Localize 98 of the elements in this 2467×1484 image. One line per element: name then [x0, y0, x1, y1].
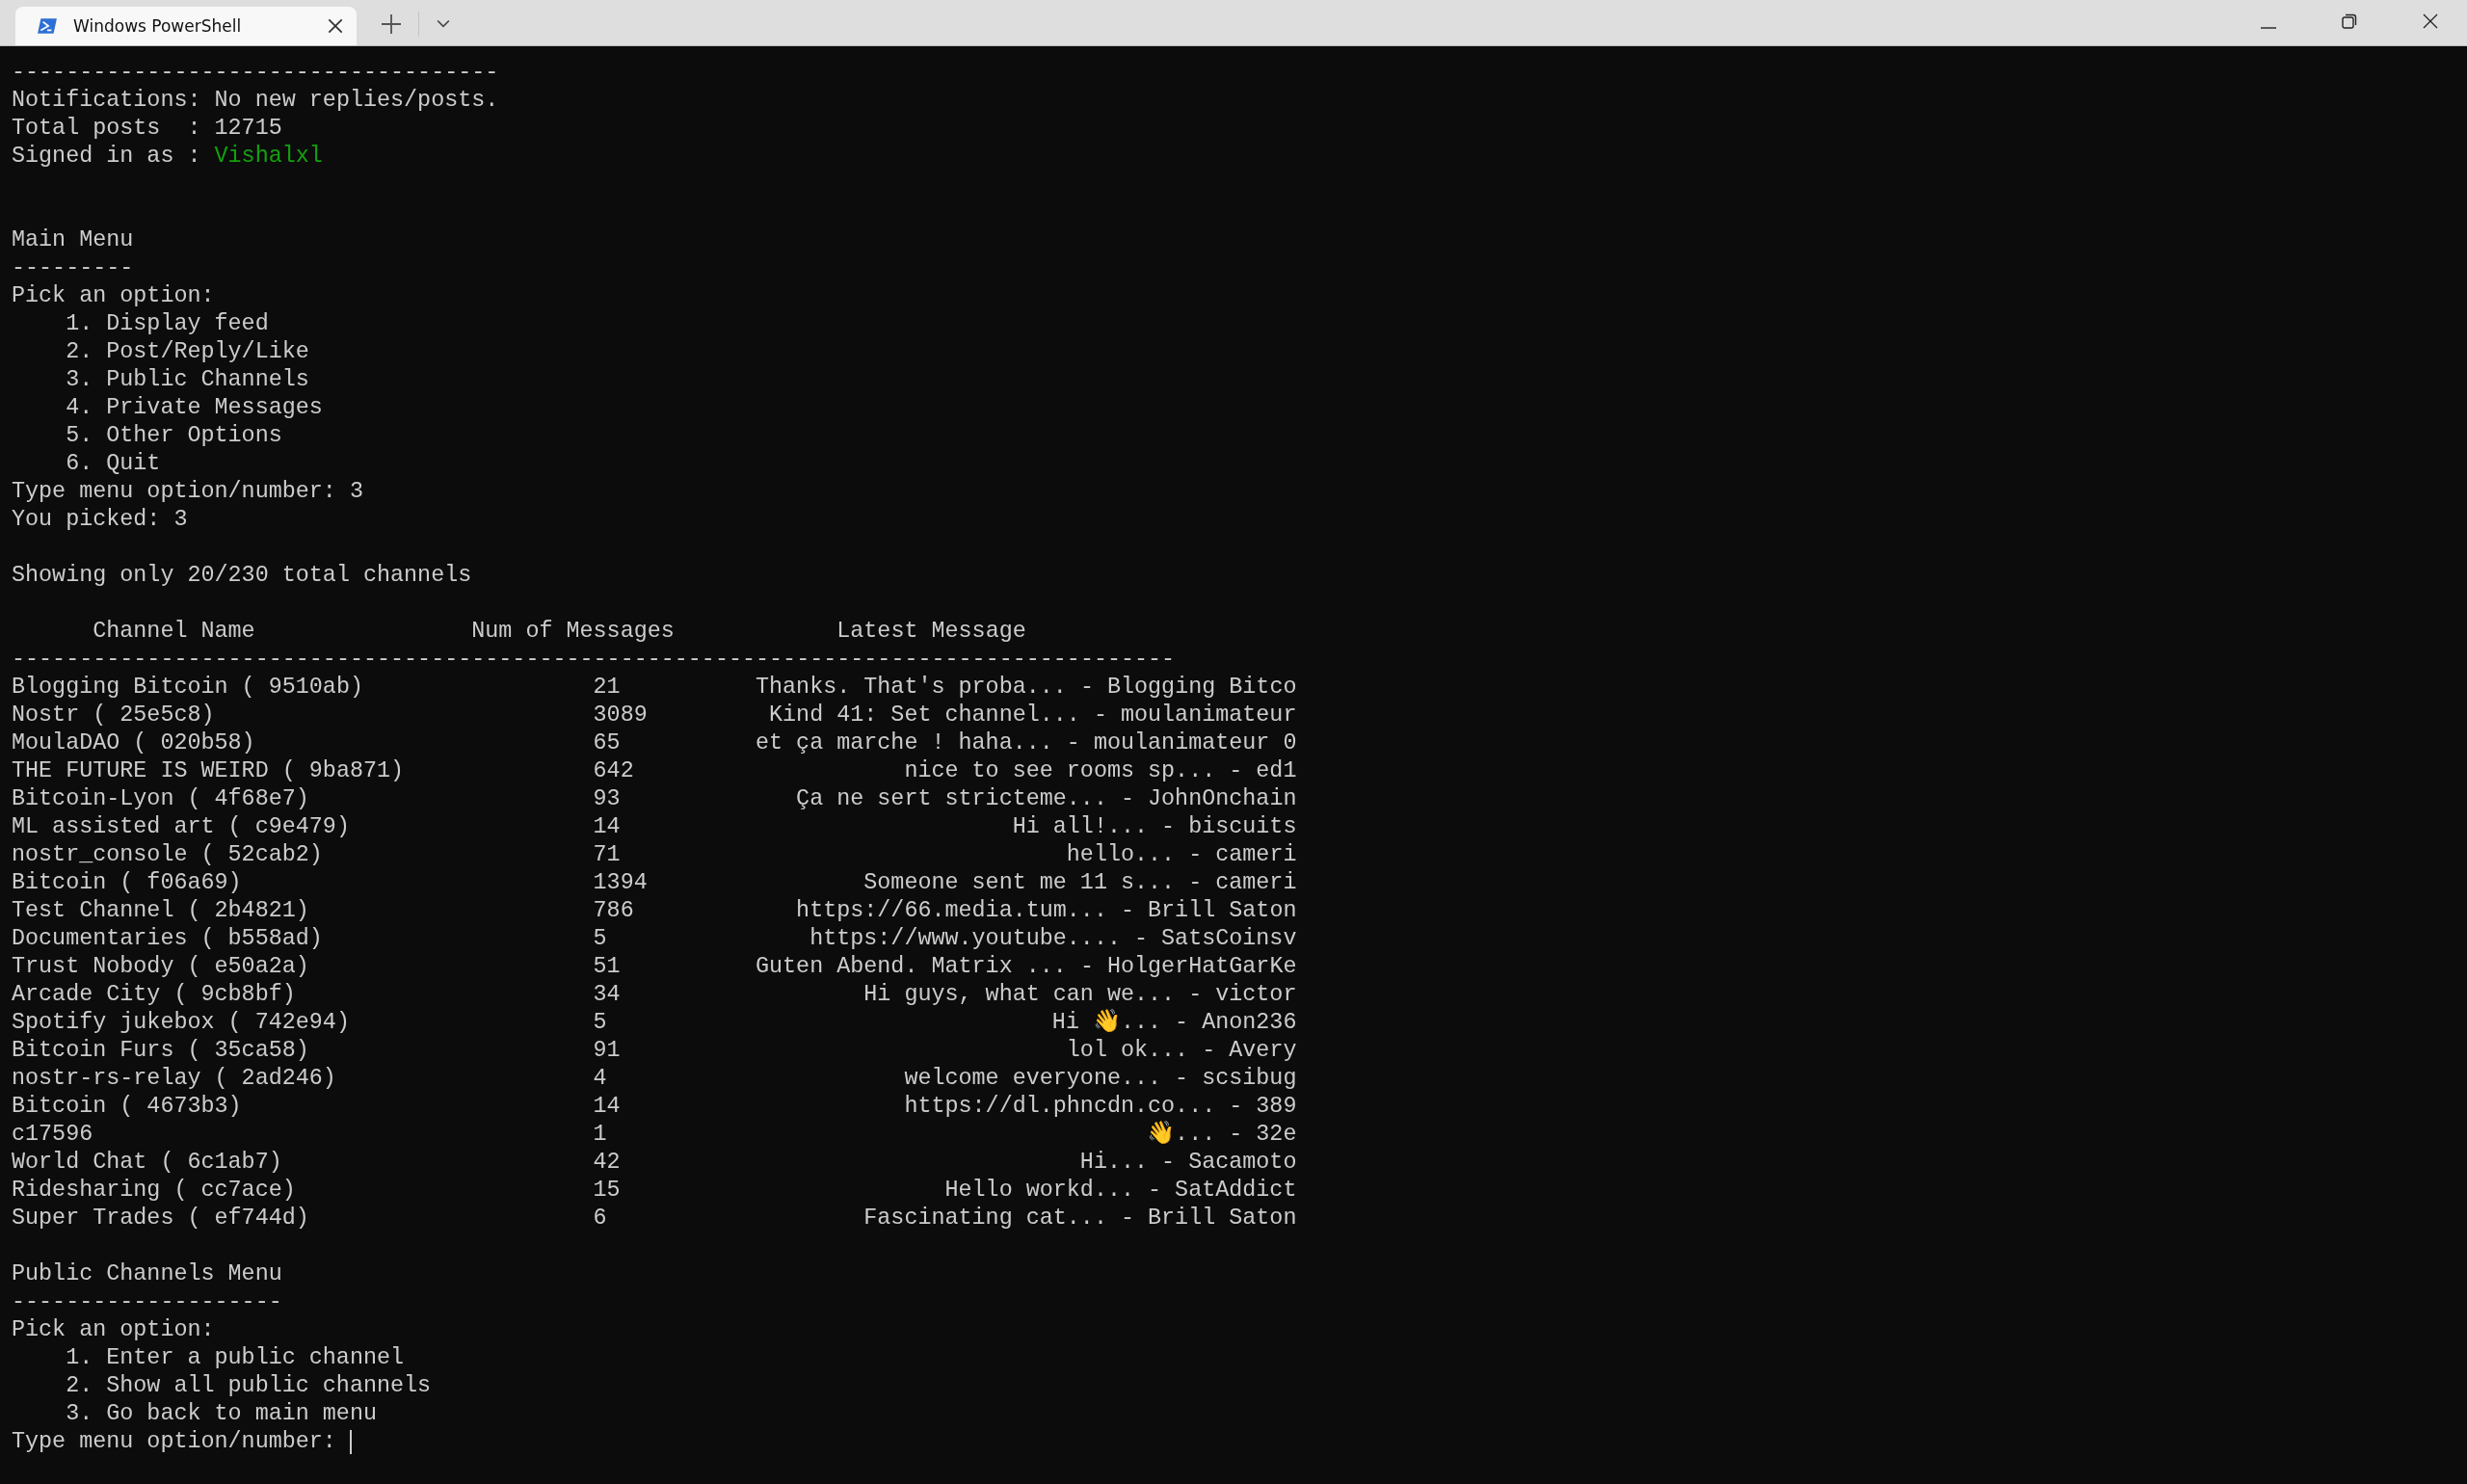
close-tab-icon[interactable]: [328, 18, 343, 34]
column-header: Latest Message: [836, 618, 1026, 646]
table-cell: 1394: [593, 870, 648, 895]
table-cell: 5: [593, 1010, 607, 1035]
menu-title: Main Menu: [12, 226, 134, 254]
table-cell: Arcade City ( 9cb8bf): [12, 982, 296, 1007]
table-cell: Guten Abend. Matrix ... - HolgerHatGarKe: [756, 954, 1297, 979]
table-cell: MoulaDAO ( 020b58): [12, 730, 255, 755]
table-cell: Nostr ( 25e5c8): [12, 702, 215, 728]
table-cell: 4: [593, 1066, 607, 1091]
text-cursor: [349, 1430, 352, 1454]
table-cell: 3089: [593, 702, 648, 728]
menu-option: 6. Quit: [66, 450, 161, 478]
table-cell: Thanks. That's proba... - Blogging Bitco: [756, 675, 1297, 700]
table-cell: welcome everyone... - scsibug: [904, 1066, 1297, 1091]
total-posts-line: Total posts : 12715: [12, 115, 282, 143]
table-cell: Bitcoin ( 4673b3): [12, 1094, 242, 1119]
table-cell: Test Channel ( 2b4821): [12, 898, 309, 923]
table-cell: c17596: [12, 1122, 93, 1147]
table-cell: 15: [593, 1178, 621, 1203]
table-cell: Ridesharing ( cc7ace): [12, 1178, 296, 1203]
table-cell: THE FUTURE IS WEIRD ( 9ba871): [12, 758, 405, 783]
table-cell: 21: [593, 675, 621, 700]
table-cell: nostr_console ( 52cab2): [12, 842, 323, 867]
column-header: Num of Messages: [471, 618, 675, 646]
table-cell: Bitcoin ( f06a69): [12, 870, 242, 895]
table-cell: Hi 👋... - Anon236: [1051, 1010, 1297, 1035]
table-cell: lol ok... - Avery: [1066, 1038, 1297, 1063]
table-cell: World Chat ( 6c1ab7): [12, 1150, 282, 1175]
table-cell: https://dl.phncdn.co... - 389: [904, 1094, 1297, 1119]
table-cell: 42: [593, 1150, 621, 1175]
signed-in-label: Signed in as :: [12, 143, 201, 171]
input-prompt: Type menu option/number:: [12, 1428, 336, 1456]
table-cell: 91: [593, 1038, 621, 1063]
table-cell: ML assisted art ( c9e479): [12, 814, 350, 839]
table-cell: https://www.youtube.... - SatsCoinsv: [809, 926, 1297, 951]
table-cell: Bitcoin Furs ( 35ca58): [12, 1038, 309, 1063]
divider-text: --------------------: [12, 1288, 282, 1316]
table-cell: 71: [593, 842, 621, 867]
menu-option: 2. Show all public channels: [66, 1372, 432, 1400]
menu-option: 1. Enter a public channel: [66, 1344, 405, 1372]
table-cell: Ça ne sert stricteme... - JohnOnchain: [796, 786, 1297, 811]
table-cell: nostr-rs-relay ( 2ad246): [12, 1066, 336, 1091]
table-cell: 👋... - 32e: [1147, 1122, 1297, 1147]
table-cell: Spotify jukebox ( 742e94): [12, 1010, 350, 1035]
table-cell: Bitcoin-Lyon ( 4f68e7): [12, 786, 309, 811]
table-cell: Hi all!... - biscuits: [1012, 814, 1297, 839]
divider-text: --------------------------------------------------------------------------------------: [12, 646, 1176, 674]
picked-line: You picked: 3: [12, 506, 188, 534]
table-cell: Hi... - Sacamoto: [1079, 1150, 1297, 1175]
menu-option: 4. Private Messages: [66, 394, 323, 422]
menu-option: 2. Post/Reply/Like: [66, 338, 309, 366]
table-cell: Trust Nobody ( e50a2a): [12, 954, 309, 979]
table-cell: 51: [593, 954, 621, 979]
table-cell: Someone sent me 11 s... - cameri: [863, 870, 1297, 895]
table-cell: Fascinating cat... - Brill Saton: [863, 1206, 1297, 1231]
menu-title: Public Channels Menu: [12, 1260, 282, 1288]
close-icon[interactable]: [2423, 13, 2438, 29]
table-cell: 93: [593, 786, 621, 811]
restore-icon[interactable]: [2342, 13, 2357, 29]
username: Vishalxl: [214, 143, 323, 171]
table-cell: Kind 41: Set channel... - moulanimateur: [769, 702, 1297, 728]
table-cell: 1: [593, 1122, 607, 1147]
table-cell: 642: [593, 758, 634, 783]
tab-title: Windows PowerShell: [73, 16, 243, 36]
table-cell: https://66.media.tum... - Brill Saton: [796, 898, 1297, 923]
menu-option: 3. Go back to main menu: [66, 1400, 377, 1428]
table-cell: 34: [593, 982, 621, 1007]
divider-text: ------------------------------------: [12, 59, 499, 87]
table-cell: 14: [593, 1094, 621, 1119]
table-cell: 5: [593, 926, 607, 951]
table-cell: 65: [593, 730, 621, 755]
table-cell: Super Trades ( ef744d): [12, 1206, 309, 1231]
table-cell: et ça marche ! haha... - moulanimateur 0: [756, 730, 1297, 755]
menu-option: 3. Public Channels: [66, 366, 309, 394]
menu-option: 1. Display feed: [66, 310, 269, 338]
table-cell: nice to see rooms sp... - ed1: [904, 758, 1297, 783]
column-header: Channel Name: [93, 618, 255, 646]
dropdown-caret-icon[interactable]: [437, 19, 450, 29]
powershell-icon: [37, 17, 58, 35]
new-tab-icon[interactable]: [382, 14, 401, 34]
table-cell: Blogging Bitcoin ( 9510ab): [12, 675, 363, 700]
table-cell: Documentaries ( b558ad): [12, 926, 323, 951]
channels-summary: Showing only 20/230 total channels: [12, 562, 472, 590]
input-prompt: Type menu option/number:: [12, 478, 336, 506]
menu-prompt: Pick an option:: [12, 282, 215, 310]
table-cell: Hello workd... - SatAddict: [944, 1178, 1297, 1203]
divider-text: ---------: [12, 254, 134, 282]
terminal-tab[interactable]: Windows PowerShell: [15, 7, 357, 45]
table-cell: 14: [593, 814, 621, 839]
menu-option: 5. Other Options: [66, 422, 282, 450]
notifications-line: Notifications: No new replies/posts.: [12, 87, 499, 115]
typed-value: 3: [349, 478, 363, 506]
table-cell: Hi guys, what can we... - victor: [863, 982, 1297, 1007]
table-cell: hello... - cameri: [1066, 842, 1297, 867]
table-cell: 786: [593, 898, 634, 923]
table-cell: 6: [593, 1206, 607, 1231]
menu-prompt: Pick an option:: [12, 1316, 215, 1344]
